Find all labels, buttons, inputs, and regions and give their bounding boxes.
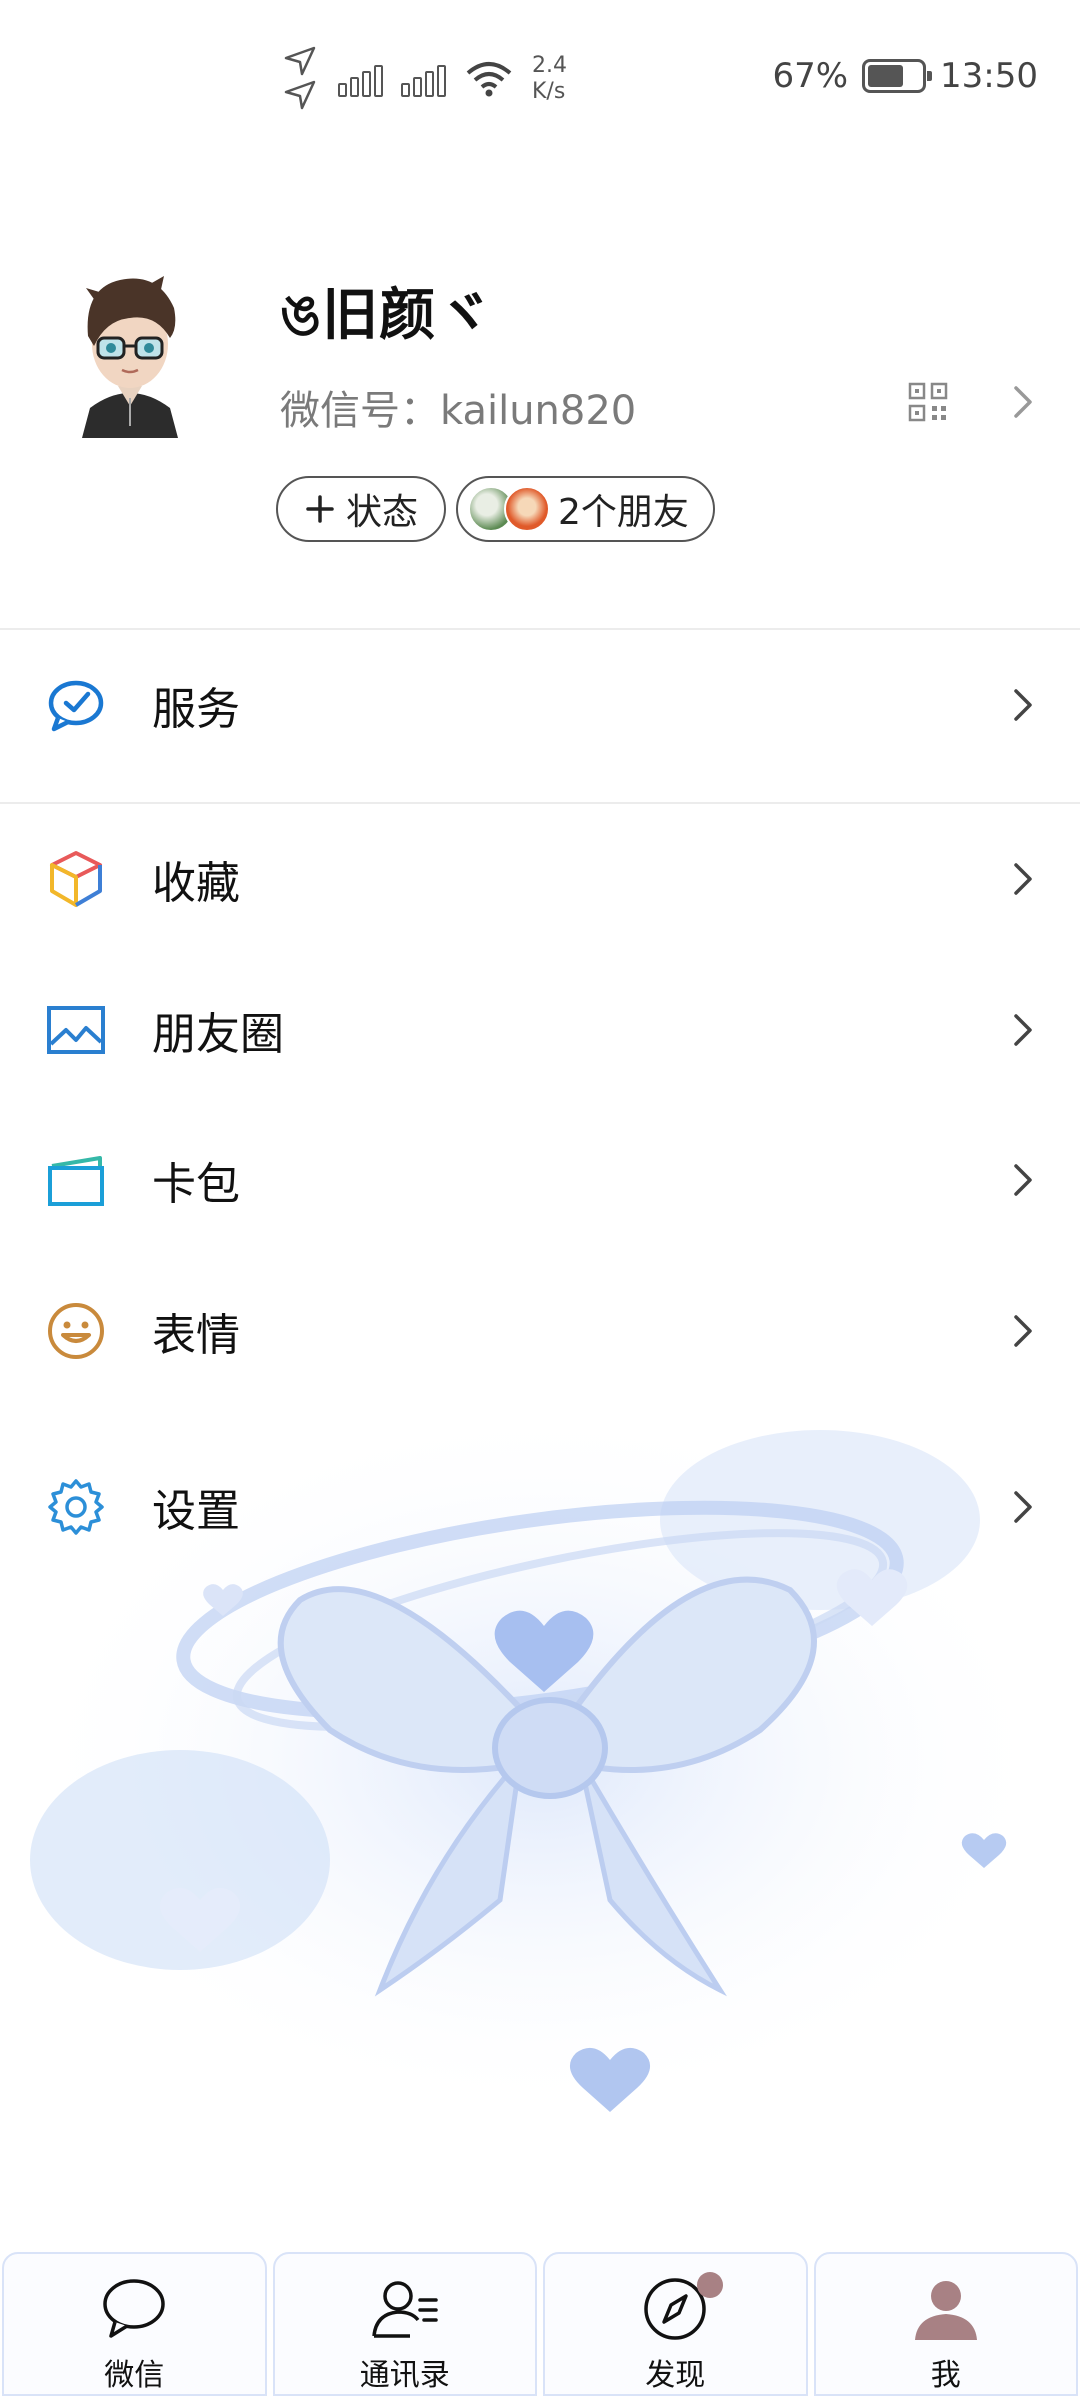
menu-label-settings: 设置 bbox=[152, 1486, 240, 1537]
menu-item-moments[interactable]: 朋友圈 bbox=[0, 955, 1080, 1105]
signal-strength-icon bbox=[338, 61, 383, 97]
tab-me[interactable]: 我 bbox=[813, 2252, 1078, 2396]
network-speed-unit: K/s bbox=[532, 79, 566, 104]
plus-icon bbox=[306, 495, 334, 523]
menu-label-services: 服务 bbox=[152, 684, 240, 735]
favorites-cube-icon bbox=[50, 851, 102, 907]
status-bar: 2.4 K/s 67% 13:50 bbox=[0, 0, 1080, 160]
tab-label-discover: 发现 bbox=[645, 2358, 706, 2393]
menu-item-settings[interactable]: 设置 bbox=[0, 1432, 1080, 1582]
signal-strength-2-icon bbox=[401, 61, 446, 97]
friend-avatar-2 bbox=[504, 486, 550, 532]
battery-percent: 67% bbox=[772, 56, 849, 96]
bottom-tab-bar: 微信 通讯录 发现 我 bbox=[0, 2252, 1080, 2400]
add-status-button[interactable]: 状态 bbox=[276, 476, 447, 542]
profile-header: ঙ旧颜ヾ 微信号：kailun820 状态 2个朋友 bbox=[0, 240, 1080, 630]
qr-code-icon[interactable] bbox=[908, 382, 948, 422]
menu-item-favorites[interactable]: 收藏 bbox=[0, 804, 1080, 954]
notification-dot bbox=[697, 2272, 723, 2298]
tab-label-contacts: 通讯录 bbox=[359, 2358, 450, 2393]
status-button-label: 状态 bbox=[346, 492, 419, 533]
chevron-right-icon bbox=[1014, 1164, 1032, 1196]
menu-label-cards: 卡包 bbox=[152, 1159, 240, 1210]
clock: 13:50 bbox=[940, 56, 1038, 96]
friends-status-button[interactable]: 2个朋友 bbox=[456, 476, 715, 542]
tab-contacts[interactable]: 通讯录 bbox=[272, 2252, 537, 2396]
tab-label-me: 我 bbox=[930, 2358, 961, 2393]
nickname[interactable]: ঙ旧颜ヾ bbox=[280, 270, 493, 366]
chevron-right-icon bbox=[1014, 863, 1032, 895]
location-arrow-icon bbox=[284, 46, 316, 110]
friends-button-label: 2个朋友 bbox=[558, 492, 689, 533]
menu-item-stickers[interactable]: 表情 bbox=[0, 1256, 1080, 1406]
contacts-icon bbox=[372, 2281, 438, 2338]
wechat-id[interactable]: 微信号：kailun820 bbox=[280, 378, 636, 436]
menu-label-moments: 朋友圈 bbox=[152, 1009, 284, 1060]
services-icon bbox=[48, 680, 104, 732]
smiley-face-icon bbox=[48, 1303, 104, 1359]
chevron-right-icon bbox=[1014, 1491, 1032, 1523]
chevron-right-icon[interactable] bbox=[1002, 382, 1042, 422]
network-speed: 2.4 K/s bbox=[532, 53, 567, 105]
wifi-icon bbox=[466, 62, 512, 97]
tab-label-chats: 微信 bbox=[104, 2358, 165, 2393]
gear-icon bbox=[48, 1479, 104, 1535]
friend-avatars bbox=[468, 486, 550, 532]
chat-bubble-icon bbox=[103, 2279, 165, 2338]
status-right: 67% 13:50 bbox=[772, 56, 1038, 96]
moments-picture-icon bbox=[47, 1006, 105, 1054]
menu-label-favorites: 收藏 bbox=[152, 858, 240, 909]
menu-label-stickers: 表情 bbox=[152, 1310, 240, 1361]
avatar[interactable] bbox=[60, 258, 200, 438]
tab-chats[interactable]: 微信 bbox=[2, 2252, 267, 2396]
chevron-right-icon bbox=[1014, 1315, 1032, 1347]
person-icon bbox=[914, 2281, 977, 2340]
status-left: 2.4 K/s bbox=[280, 44, 567, 114]
battery-icon bbox=[862, 59, 933, 93]
menu-item-cards[interactable]: 卡包 bbox=[0, 1105, 1080, 1255]
menu-item-services[interactable]: 服务 bbox=[0, 630, 1080, 780]
chevron-right-icon bbox=[1014, 689, 1032, 721]
chevron-right-icon bbox=[1014, 1014, 1032, 1046]
network-speed-value: 2.4 bbox=[532, 53, 567, 78]
tab-discover[interactable]: 发现 bbox=[543, 2252, 808, 2396]
wallet-icon bbox=[48, 1156, 104, 1206]
